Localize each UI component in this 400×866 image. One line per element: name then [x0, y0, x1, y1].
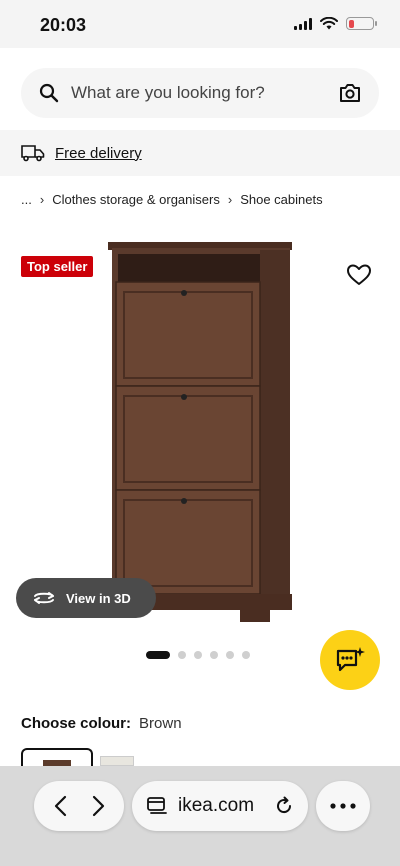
- page-settings-icon[interactable]: [146, 796, 168, 816]
- colour-selector-label: Choose colour: Brown: [21, 715, 182, 732]
- reload-icon[interactable]: [274, 796, 294, 816]
- colour-swatch-white[interactable]: [100, 756, 134, 766]
- wifi-icon: [320, 17, 338, 30]
- search-bar[interactable]: [21, 68, 379, 118]
- carousel-dot[interactable]: [178, 651, 186, 659]
- selected-colour-value: Brown: [139, 715, 182, 732]
- status-bar: 20:03: [0, 0, 400, 48]
- carousel-dot[interactable]: [226, 651, 234, 659]
- view-in-3d-button[interactable]: View in 3D: [16, 578, 156, 618]
- battery-icon: [346, 17, 377, 30]
- chevron-right-icon: ›: [227, 192, 233, 207]
- breadcrumb-ellipsis[interactable]: ...: [21, 192, 32, 207]
- forward-arrow-icon[interactable]: [90, 795, 106, 817]
- choose-colour-label: Choose colour:: [21, 715, 132, 732]
- carousel-dot-active[interactable]: [146, 651, 170, 659]
- rotate-3d-icon: [34, 592, 54, 604]
- carousel-dot[interactable]: [242, 651, 250, 659]
- chat-sparkle-icon: [336, 647, 365, 672]
- url-text: ikea.com: [178, 795, 255, 816]
- status-icons: [294, 17, 377, 30]
- carousel-dot[interactable]: [194, 651, 202, 659]
- back-arrow-icon[interactable]: [53, 795, 69, 817]
- chat-assistant-button[interactable]: [320, 630, 380, 690]
- more-dots-icon: [330, 803, 356, 809]
- view-in-3d-label: View in 3D: [66, 590, 131, 606]
- breadcrumb-item-clothes-storage[interactable]: Clothes storage & organisers: [52, 192, 220, 207]
- breadcrumb-item-shoe-cabinets[interactable]: Shoe cabinets: [240, 192, 322, 207]
- navigation-pill: [34, 781, 124, 831]
- cellular-signal-icon: [294, 17, 312, 30]
- search-input[interactable]: [71, 83, 339, 103]
- breadcrumb: ... › Clothes storage & organisers › Sho…: [21, 192, 323, 207]
- chevron-right-icon: ›: [39, 192, 45, 207]
- truck-icon: [21, 145, 45, 162]
- free-delivery-link[interactable]: Free delivery: [55, 145, 142, 162]
- more-options-button[interactable]: [316, 781, 370, 831]
- delivery-banner[interactable]: Free delivery: [0, 130, 400, 176]
- search-icon: [39, 83, 59, 103]
- address-bar[interactable]: ikea.com: [132, 781, 308, 831]
- product-image[interactable]: [100, 236, 300, 626]
- top-seller-badge: Top seller: [21, 256, 94, 277]
- status-time: 20:03: [40, 15, 87, 35]
- heart-icon[interactable]: [346, 263, 372, 287]
- camera-icon[interactable]: [339, 83, 361, 103]
- image-carousel-dots[interactable]: [146, 651, 250, 659]
- carousel-dot[interactable]: [210, 651, 218, 659]
